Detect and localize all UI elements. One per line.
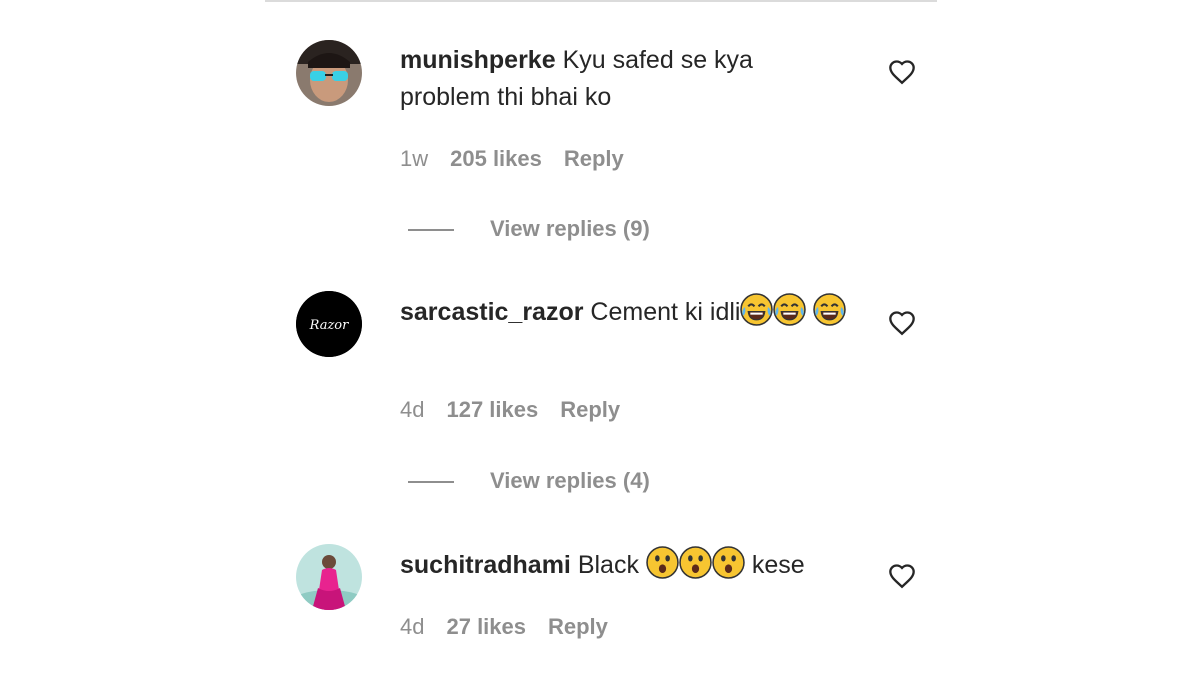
likes-count[interactable]: 205 likes (450, 146, 542, 171)
comment-username[interactable]: sarcastic_razor (400, 298, 583, 326)
comment-body: Black (577, 551, 639, 579)
comment-time: 1w (400, 146, 429, 171)
comment-meta: 1w 205 likes Reply (400, 146, 646, 172)
replies-line (408, 229, 454, 232)
comment-text: munishperke Kyu safed se kya problem thi… (400, 42, 850, 116)
comment-body: Cement ki idli (590, 298, 741, 326)
profile-photo-icon (296, 40, 362, 106)
comment-meta: 4d 27 likes Reply (400, 614, 630, 640)
comment-body-end: kese (751, 551, 805, 579)
svg-text:Razor: Razor (309, 318, 350, 333)
laughing-emoji-icon (773, 293, 806, 326)
view-replies-label: View replies (9) (490, 216, 650, 241)
surprised-emoji-icon (712, 546, 745, 579)
avatar[interactable] (296, 544, 362, 610)
view-replies-button[interactable]: View replies (9) (408, 216, 650, 242)
surprised-emoji-icon (679, 546, 712, 579)
heart-icon[interactable] (888, 58, 916, 86)
replies-line (408, 481, 454, 484)
comment-text: suchitradhami Black kese (400, 546, 880, 584)
heart-icon[interactable] (888, 309, 916, 337)
profile-photo-icon (296, 544, 362, 610)
comment-text: sarcastic_razor Cement ki idli (400, 293, 850, 331)
reply-button[interactable]: Reply (560, 397, 620, 422)
view-replies-button[interactable]: View replies (4) (408, 468, 650, 494)
reply-button[interactable]: Reply (564, 146, 624, 171)
heart-icon[interactable] (888, 562, 916, 590)
avatar[interactable]: Razor (296, 291, 362, 357)
comment-username[interactable]: munishperke (400, 46, 556, 74)
likes-count[interactable]: 127 likes (446, 397, 538, 422)
comment-time: 4d (400, 614, 425, 639)
laughing-emoji-icon (813, 293, 846, 326)
view-replies-label: View replies (4) (490, 468, 650, 493)
comment-username[interactable]: suchitradhami (400, 551, 571, 579)
avatar[interactable] (296, 40, 362, 106)
laughing-emoji-icon (740, 293, 773, 326)
comment-time: 4d (400, 397, 425, 422)
reply-button[interactable]: Reply (548, 614, 608, 639)
surprised-emoji-icon (646, 546, 679, 579)
razor-logo-icon: Razor (296, 291, 362, 357)
top-divider (265, 0, 937, 2)
comment-meta: 4d 127 likes Reply (400, 397, 642, 423)
likes-count[interactable]: 27 likes (446, 614, 526, 639)
